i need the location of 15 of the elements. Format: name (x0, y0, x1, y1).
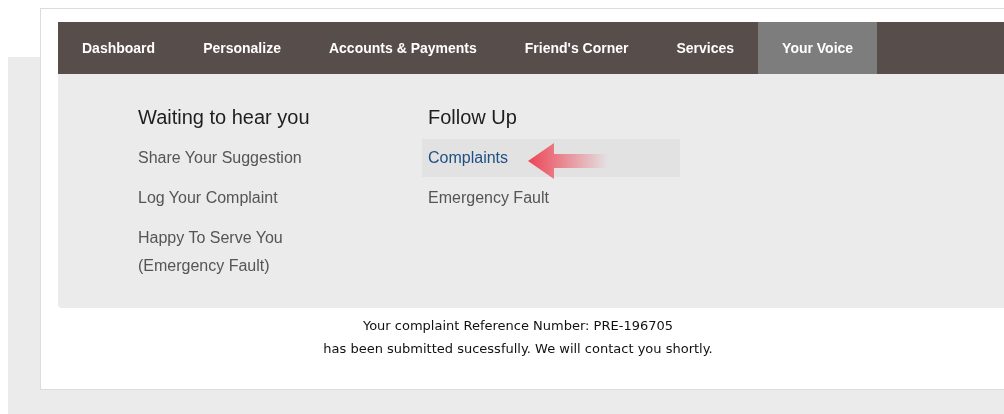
nav-tab[interactable]: Services (652, 22, 759, 74)
menu-item[interactable]: Happy To Serve You (Emergency Fault) (132, 219, 344, 285)
nav-tab[interactable]: Dashboard (58, 22, 180, 74)
nav-tab[interactable]: Friend's Corner (500, 22, 653, 74)
menu-heading: Follow Up (428, 106, 517, 129)
menu-item[interactable]: Share Your Suggestion (132, 139, 308, 177)
menu-item[interactable]: Log Your Complaint (132, 179, 284, 217)
arrow-icon (528, 141, 608, 181)
menu-heading: Waiting to hear you (138, 106, 310, 129)
nav-tab[interactable]: Your Voice (758, 22, 878, 74)
nav-tab[interactable]: Accounts & Payments (304, 22, 501, 74)
nav-tab[interactable]: Personalize (179, 22, 305, 74)
confirmation-text: Your complaint Reference Number: PRE-196705 (362, 318, 674, 333)
confirmation-text: has been submitted sucessfully. We will contact you shortly. (323, 341, 713, 356)
menu-item[interactable]: Emergency Fault (422, 179, 555, 217)
